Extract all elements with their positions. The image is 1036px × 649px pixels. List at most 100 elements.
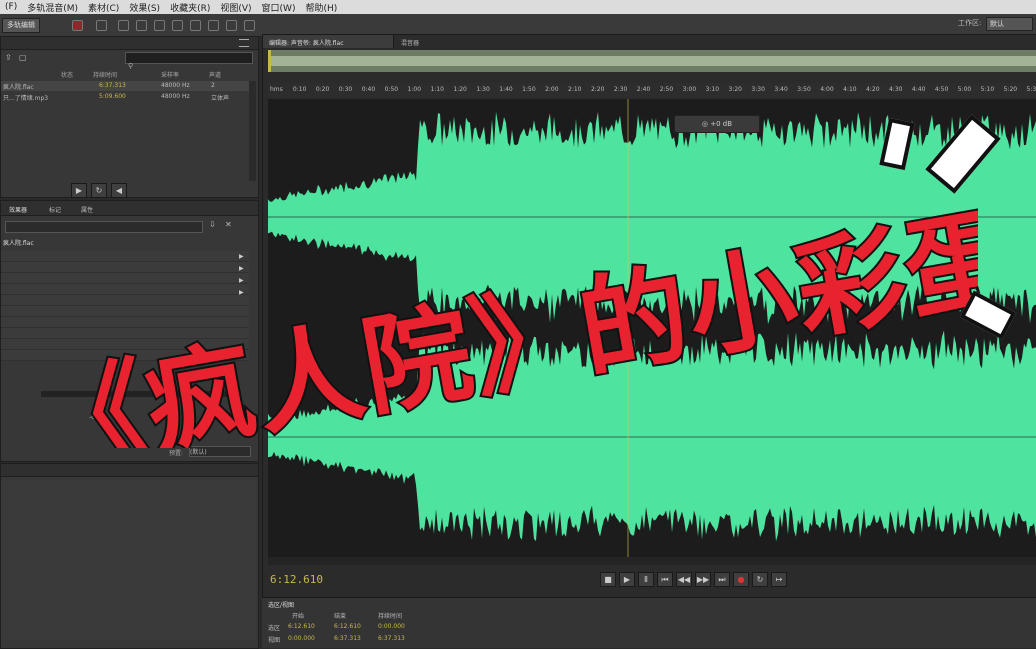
import-icon[interactable]: ⇪: [5, 53, 12, 62]
ruler-tick-label: 0:20: [315, 86, 330, 93]
tab-properties[interactable]: 属性: [81, 205, 93, 214]
marquee-tool-icon[interactable]: [190, 20, 201, 31]
preset-select[interactable]: (默认): [189, 446, 251, 457]
header-start: 开始: [292, 613, 305, 620]
ruler-tick-label: 1:20: [453, 86, 467, 93]
ruler-tick-label: 5:00: [957, 86, 972, 93]
go-to-start-icon[interactable]: ⏮: [657, 572, 673, 587]
panel-menu-icon[interactable]: [239, 39, 249, 47]
slot-arrow-icon[interactable]: ▶: [239, 289, 244, 296]
new-file-icon[interactable]: ▢: [19, 53, 27, 62]
selection-start[interactable]: 6:12.610: [288, 623, 315, 630]
stop-icon[interactable]: ■: [600, 572, 616, 587]
save-preset-icon[interactable]: ⇩: [209, 220, 216, 229]
search-icon: ⚲: [128, 62, 134, 70]
menu-item-favorites[interactable]: 收藏夹(R): [170, 1, 210, 14]
rewind-icon[interactable]: ◀◀: [676, 572, 692, 587]
record-icon[interactable]: ●: [733, 572, 749, 587]
loop-icon[interactable]: ↻: [91, 183, 107, 198]
skip-icon[interactable]: ↦: [771, 572, 787, 587]
file-search-input[interactable]: ⚲: [125, 52, 253, 70]
ruler-tick-label: hms: [270, 86, 283, 93]
lasso-tool-icon[interactable]: [208, 20, 219, 31]
ruler-tick-label: 4:10: [843, 86, 857, 93]
menu-item-effects[interactable]: 效果(S): [129, 1, 160, 14]
history-list[interactable]: [1, 480, 256, 640]
gain-hud[interactable]: ◎ +0 dB: [674, 115, 760, 133]
menu-item-file[interactable]: (F): [5, 2, 17, 12]
ruler-tick-label: 2:10: [568, 86, 582, 93]
ruler-tick-label: 3:50: [797, 86, 811, 93]
selection-duration[interactable]: 0:00.000: [378, 623, 405, 630]
selection-view-panel: 选区/视图 开始 结束 持续时间 选区 6:12.610 6:12.610 0:…: [262, 597, 1036, 648]
menu-item-clip[interactable]: 素材(C): [88, 1, 119, 14]
overview-waveform: [268, 50, 1036, 72]
loop-icon[interactable]: ↻: [752, 572, 768, 587]
selection-end[interactable]: 6:12.610: [334, 623, 361, 630]
ruler-tick-label: 4:00: [820, 86, 834, 93]
files-scrollbar[interactable]: [249, 81, 256, 181]
brush-tool-icon[interactable]: [226, 20, 237, 31]
ruler-tick-label: 2:00: [545, 86, 559, 93]
go-to-end-icon[interactable]: ⏭: [714, 572, 730, 587]
history-panel-header: [1, 464, 258, 477]
col-rate[interactable]: 采样率: [161, 70, 179, 79]
channel-waveform: [268, 111, 1036, 325]
ruler-tick-label: 3:10: [705, 86, 720, 93]
auto-play-icon[interactable]: ◀: [111, 183, 127, 198]
waveform-graph: [268, 99, 1036, 557]
delete-preset-icon[interactable]: ✕: [225, 220, 232, 229]
multitrack-button[interactable]: 多轨编辑: [2, 18, 40, 33]
razor-tool-icon[interactable]: [136, 20, 147, 31]
view-duration[interactable]: 6:37.313: [378, 635, 405, 642]
files-panel-header: [1, 37, 258, 50]
tab-editor[interactable]: 编辑器: 声音帝: 疯人院.flac: [263, 35, 394, 48]
menu-item-window[interactable]: 窗口(W): [262, 1, 296, 14]
play-icon[interactable]: ▶: [71, 183, 87, 198]
file-row[interactable]: 只...了情绪.mp3 5:09.600 48000 Hz 立体声: [1, 92, 256, 102]
tab-markers[interactable]: 标记: [49, 205, 61, 214]
file-row[interactable]: 疯人院.flac 6:37.313 48000 Hz 2: [1, 81, 256, 91]
selection-panel-title: 选区/视图: [268, 602, 295, 609]
spot-healing-tool-icon[interactable]: [244, 20, 255, 31]
fast-forward-icon[interactable]: ▶▶: [695, 572, 711, 587]
ruler-tick-label: 5:20: [1003, 86, 1018, 93]
horizontal-scrollbar[interactable]: [268, 557, 1036, 565]
slot-arrow-icon[interactable]: ▶: [239, 253, 244, 260]
col-duration[interactable]: 持续时间: [93, 70, 117, 79]
preset-dropdown[interactable]: [5, 221, 203, 233]
view-end[interactable]: 6:37.313: [334, 635, 361, 642]
pause-icon[interactable]: Ⅱ: [638, 572, 654, 587]
menu-item-multitrack[interactable]: 多轨混音(M): [27, 1, 78, 14]
play-icon[interactable]: ▶: [619, 572, 635, 587]
overview-bar[interactable]: [268, 50, 1036, 72]
waveform-display[interactable]: ◎ +0 dB: [268, 99, 1036, 557]
tab-effects-rack[interactable]: 效果器: [9, 205, 27, 214]
ruler-tick-label: 0:40: [361, 86, 376, 93]
col-channels[interactable]: 声道: [209, 70, 221, 79]
col-status[interactable]: 状态: [61, 70, 73, 79]
ruler-tick-label: 3:30: [751, 86, 765, 93]
time-ruler[interactable]: hms 0:10 0:20 0:30 0:40 0:50 1:00 1:10 1:20 1:30 1…: [268, 83, 1036, 97]
ruler-tick-label: 5:30: [1026, 86, 1036, 93]
tab-mixer[interactable]: 混音器: [401, 38, 419, 47]
ruler-tick-label: 4:30: [888, 86, 903, 93]
view-start[interactable]: 0:00.000: [288, 635, 315, 642]
channel-waveform: [268, 330, 1036, 542]
ruler-tick-label: 1:50: [522, 86, 536, 93]
slot-arrow-icon[interactable]: ▶: [239, 265, 244, 272]
menu-item-help[interactable]: 帮助(H): [305, 1, 337, 14]
effect-slots[interactable]: [1, 251, 249, 361]
slot-arrow-icon[interactable]: ▶: [239, 277, 244, 284]
waveform-view-icon[interactable]: [72, 20, 83, 31]
time-selection-tool-icon[interactable]: [172, 20, 183, 31]
menu-item-view[interactable]: 视图(V): [220, 1, 251, 14]
slip-tool-icon[interactable]: [154, 20, 165, 31]
ruler-tick-label: 1:30: [476, 86, 490, 93]
effects-file-name: 疯人院.flac: [3, 240, 34, 247]
move-tool-icon[interactable]: [118, 20, 129, 31]
workspace-select[interactable]: 默认: [986, 17, 1033, 31]
effects-tabs: 效果器 标记 属性: [1, 201, 258, 216]
menu-bar: (F) 多轨混音(M) 素材(C) 效果(S) 收藏夹(R) 视图(V) 窗口(…: [0, 0, 1036, 14]
spectral-view-icon[interactable]: [96, 20, 107, 31]
